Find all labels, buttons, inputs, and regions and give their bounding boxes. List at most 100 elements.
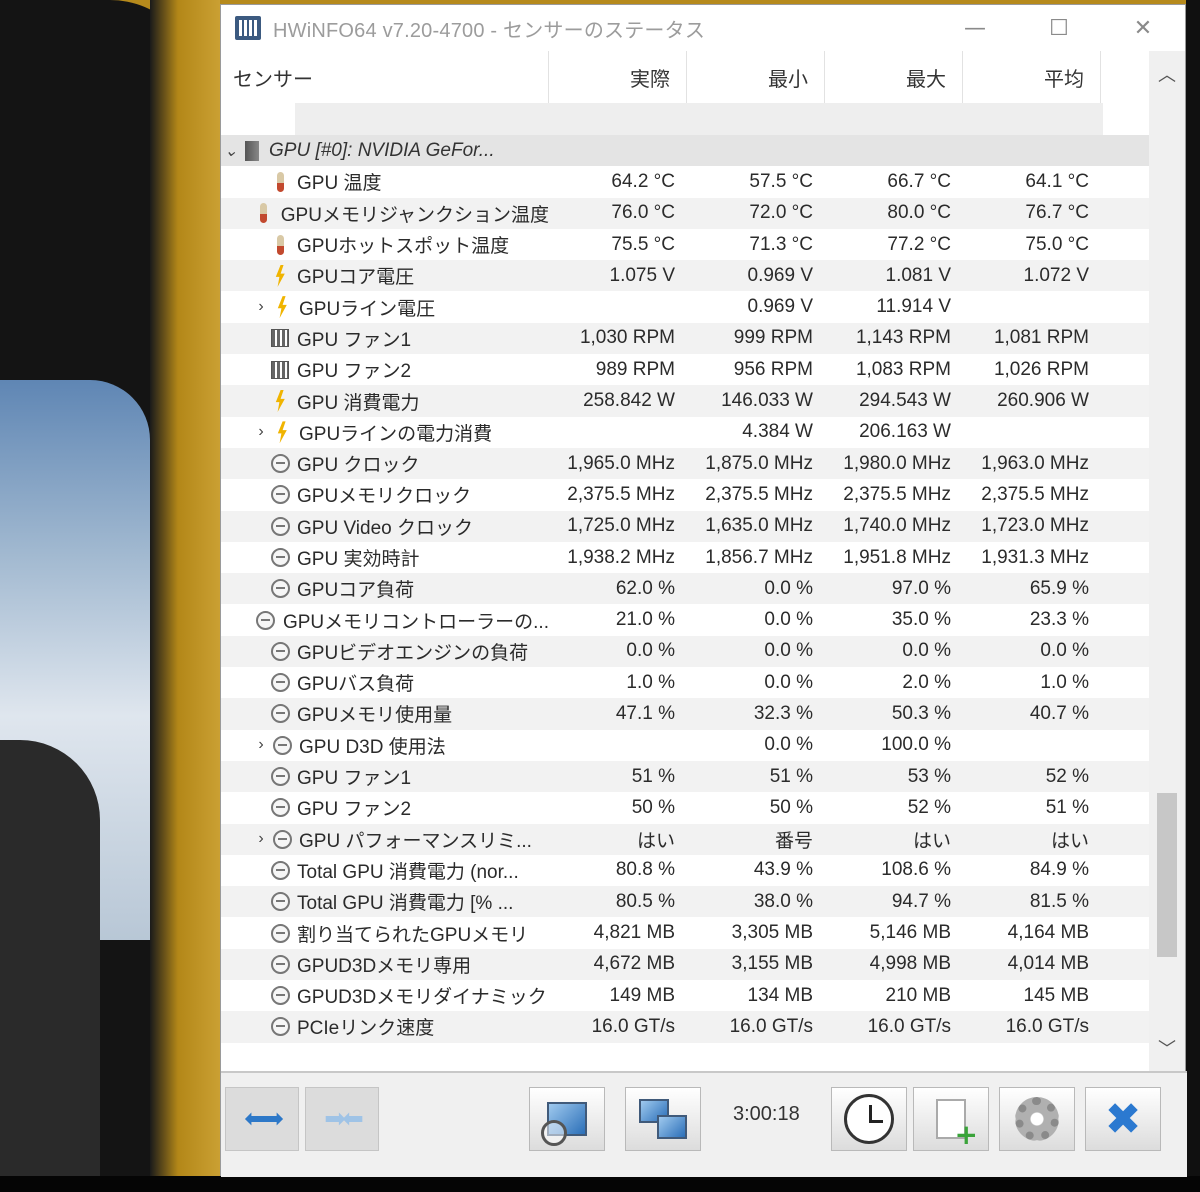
value-cur: 1.0 % — [626, 671, 675, 693]
clock-icon — [269, 703, 291, 725]
arrows-left-right-icon: ⬅➡ — [244, 1104, 284, 1134]
wall-edge — [150, 0, 220, 1192]
log-report-button[interactable] — [913, 1087, 989, 1151]
scroll-down-icon[interactable]: ﹀ — [1149, 1025, 1185, 1071]
thermometer-icon — [269, 234, 291, 256]
minimize-button[interactable]: — — [933, 5, 1017, 51]
table-row[interactable]: › GPUライン電圧 0.969 V 11.914 V — [221, 291, 1151, 322]
table-row[interactable]: GPUコア電圧 1.075 V 0.969 V 1.081 V 1.072 V — [221, 260, 1151, 292]
nav-collapse-button[interactable]: ➡⬅ — [305, 1087, 379, 1151]
nav-left-right-button[interactable]: ⬅➡ — [225, 1087, 299, 1151]
close-button[interactable]: ✕ — [1101, 5, 1185, 51]
table-row[interactable]: GPUバス負荷 1.0 % 0.0 % 2.0 % 1.0 % — [221, 667, 1151, 698]
table-row[interactable]: 割り当てられたGPUメモリ 4,821 MB 3,305 MB 5,146 MB 4,1… — [221, 917, 1151, 948]
sensor-label: GPUバス負荷 — [297, 674, 415, 696]
reset-timer-button[interactable] — [831, 1087, 907, 1151]
table-row[interactable]: Total GPU 消費電力 (nor... 80.8 % 43.9 % 108.6 … — [221, 855, 1151, 886]
sensor-label: GPUホットスポット温度 — [297, 236, 510, 258]
clock-icon — [269, 953, 291, 975]
table-row[interactable]: › GPU D3D 使用法 0.0 % 100.0 % — [221, 730, 1151, 761]
column-header-sensor[interactable]: センサー — [221, 51, 549, 103]
sensor-label: GPUD3Dメモリダイナミック — [297, 987, 547, 1009]
table-row[interactable]: GPUメモリジャンクション温度 76.0 °C 72.0 °C 80.0 °C 76.7… — [221, 197, 1151, 229]
table-row[interactable]: › GPU パフォーマンスリミ... はい 番号 はい はい — [221, 823, 1151, 855]
value-cur: 50 % — [631, 796, 675, 818]
table-row[interactable]: GPUメモリ使用量 47.1 % 32.3 % 50.3 % 40.7 % — [221, 698, 1151, 730]
network-button[interactable] — [625, 1087, 701, 1151]
chevron-right-icon[interactable]: › — [251, 423, 271, 441]
table-row[interactable]: GPUコア負荷 62.0 % 0.0 % 97.0 % 65.9 % — [221, 573, 1151, 605]
sensor-label: GPUメモリコントローラーの... — [282, 611, 549, 633]
window-controls: — ☐ ✕ — [933, 5, 1185, 51]
value-cur: 1,965.0 MHz — [567, 452, 675, 474]
value-min: 51 % — [769, 765, 813, 787]
chevron-right-icon[interactable]: › — [251, 830, 271, 848]
value-cur: 149 MB — [609, 984, 675, 1006]
table-row[interactable]: GPUビデオエンジンの負荷 0.0 % 0.0 % 0.0 % 0.0 % — [221, 635, 1151, 668]
clock-icon — [844, 1094, 894, 1144]
value-min: 38.0 % — [753, 890, 813, 912]
scroll-up-icon[interactable]: ︿ — [1149, 51, 1185, 97]
sensor-label: GPUコア電圧 — [297, 267, 415, 289]
settings-button[interactable] — [999, 1087, 1075, 1151]
group-row-gpu[interactable]: ⌄ GPU [#0]: NVIDIA GeFor... — [221, 135, 1151, 167]
value-max: 1.081 V — [885, 264, 952, 286]
sensor-label: GPU 温度 — [297, 173, 382, 195]
table-row[interactable]: GPU ファン1 1,030 RPM 999 RPM 1,143 RPM 1,081 R… — [221, 322, 1151, 355]
chevron-down-icon[interactable]: ⌄ — [221, 141, 241, 161]
scroll-thumb[interactable] — [1157, 793, 1177, 957]
sensor-label: GPUメモリ使用量 — [297, 705, 453, 727]
sensor-name-cell: GPUD3Dメモリ専用 — [221, 951, 549, 978]
table-row[interactable]: GPU 消費電力 258.842 W 146.033 W 294.543 W 260.9… — [221, 385, 1151, 417]
value-avg: 1,963.0 MHz — [981, 452, 1089, 474]
column-header-current[interactable]: 実際 — [549, 51, 687, 103]
table-row[interactable]: PCIeリンク速度 16.0 GT/s 16.0 GT/s 16.0 GT/s 16.0… — [221, 1011, 1151, 1043]
value-avg: 1,723.0 MHz — [981, 515, 1089, 537]
table-row[interactable]: GPU クロック 1,965.0 MHz 1,875.0 MHz 1,980.0 MH… — [221, 447, 1151, 480]
value-max: 5,146 MB — [869, 922, 951, 944]
value-cur: 16.0 GT/s — [591, 1015, 675, 1037]
sensor-name-cell: GPU ファン2 — [221, 794, 549, 821]
value-avg: 4,164 MB — [1007, 922, 1089, 944]
table-row[interactable]: GPUD3Dメモリ専用 4,672 MB 3,155 MB 4,998 MB 4,014… — [221, 948, 1151, 981]
value-min: 3,155 MB — [731, 953, 813, 975]
clock-icon — [269, 1016, 291, 1038]
column-header-max[interactable]: 最大 — [825, 51, 963, 103]
sensor-search-button[interactable] — [529, 1087, 605, 1151]
value-cur: 1,938.2 MHz — [567, 546, 675, 568]
value-cur: 4,821 MB — [593, 922, 675, 944]
sensor-name-cell: GPUメモリ使用量 — [221, 700, 549, 727]
table-row[interactable]: GPU ファン1 51 % 51 % 53 % 52 % — [221, 760, 1151, 793]
vertical-scrollbar[interactable]: ︿ ﹀ — [1149, 51, 1185, 1071]
table-row[interactable]: GPUメモリクロック 2,375.5 MHz 2,375.5 MHz 2,375.5 … — [221, 479, 1151, 510]
group-name-cell: ⌄ GPU [#0]: NVIDIA GeFor... — [221, 140, 549, 162]
table-row[interactable]: GPUD3Dメモリダイナミック 149 MB 134 MB 210 MB 145 MB — [221, 980, 1151, 1011]
sensor-name-cell: › GPU D3D 使用法 — [221, 732, 549, 759]
clock-icon — [271, 828, 293, 850]
title-bar[interactable]: HWiNFO64 v7.20-4700 - センサーのステータス — ☐ ✕ — [221, 5, 1185, 51]
sensor-label: GPU クロック — [297, 455, 420, 477]
sensor-name-cell: › GPU パフォーマンスリミ... — [221, 826, 549, 853]
maximize-button[interactable]: ☐ — [1017, 5, 1101, 51]
table-row[interactable]: GPUメモリコントローラーの... 21.0 % 0.0 % 35.0 % 23.3 % — [221, 604, 1151, 635]
bottom-edge — [0, 1176, 1200, 1192]
column-header-avg[interactable]: 平均 — [963, 51, 1101, 103]
sensor-name-cell: GPUバス負荷 — [221, 669, 549, 696]
table-row[interactable]: GPU ファン2 989 RPM 956 RPM 1,083 RPM 1,026 RPM — [221, 354, 1151, 385]
sensor-table: センサー 実際 最小 最大 平均 ⌄ GPU [#0]: NVIDIA GeFo… — [221, 51, 1151, 1051]
table-row[interactable]: › GPUラインの電力消費 4.384 W 206.163 W — [221, 417, 1151, 448]
table-row[interactable]: Total GPU 消費電力 [% ... 80.5 % 38.0 % 94.7 % 8… — [221, 886, 1151, 918]
close-sensors-button[interactable]: ✖ — [1085, 1087, 1161, 1151]
table-row[interactable]: GPU 実効時計 1,938.2 MHz 1,856.7 MHz 1,951.8 MH… — [221, 542, 1151, 573]
table-row[interactable]: GPU Video クロック 1,725.0 MHz 1,635.0 MHz 1,74… — [221, 510, 1151, 542]
value-min: 146.033 W — [721, 390, 813, 412]
table-row[interactable]: GPUホットスポット温度 75.5 °C 71.3 °C 77.2 °C 75.0 °C — [221, 229, 1151, 260]
table-row[interactable]: GPU ファン2 50 % 50 % 52 % 51 % — [221, 792, 1151, 823]
chevron-right-icon[interactable]: › — [251, 736, 271, 754]
column-header-min[interactable]: 最小 — [687, 51, 825, 103]
clock-icon — [269, 859, 291, 881]
chevron-right-icon[interactable]: › — [251, 298, 271, 316]
sensor-name-cell: GPU 実効時計 — [221, 544, 549, 571]
sensor-label: GPU Video クロック — [297, 517, 473, 539]
table-row[interactable]: GPU 温度 64.2 °C 57.5 °C 66.7 °C 64.1 °C — [221, 166, 1151, 197]
